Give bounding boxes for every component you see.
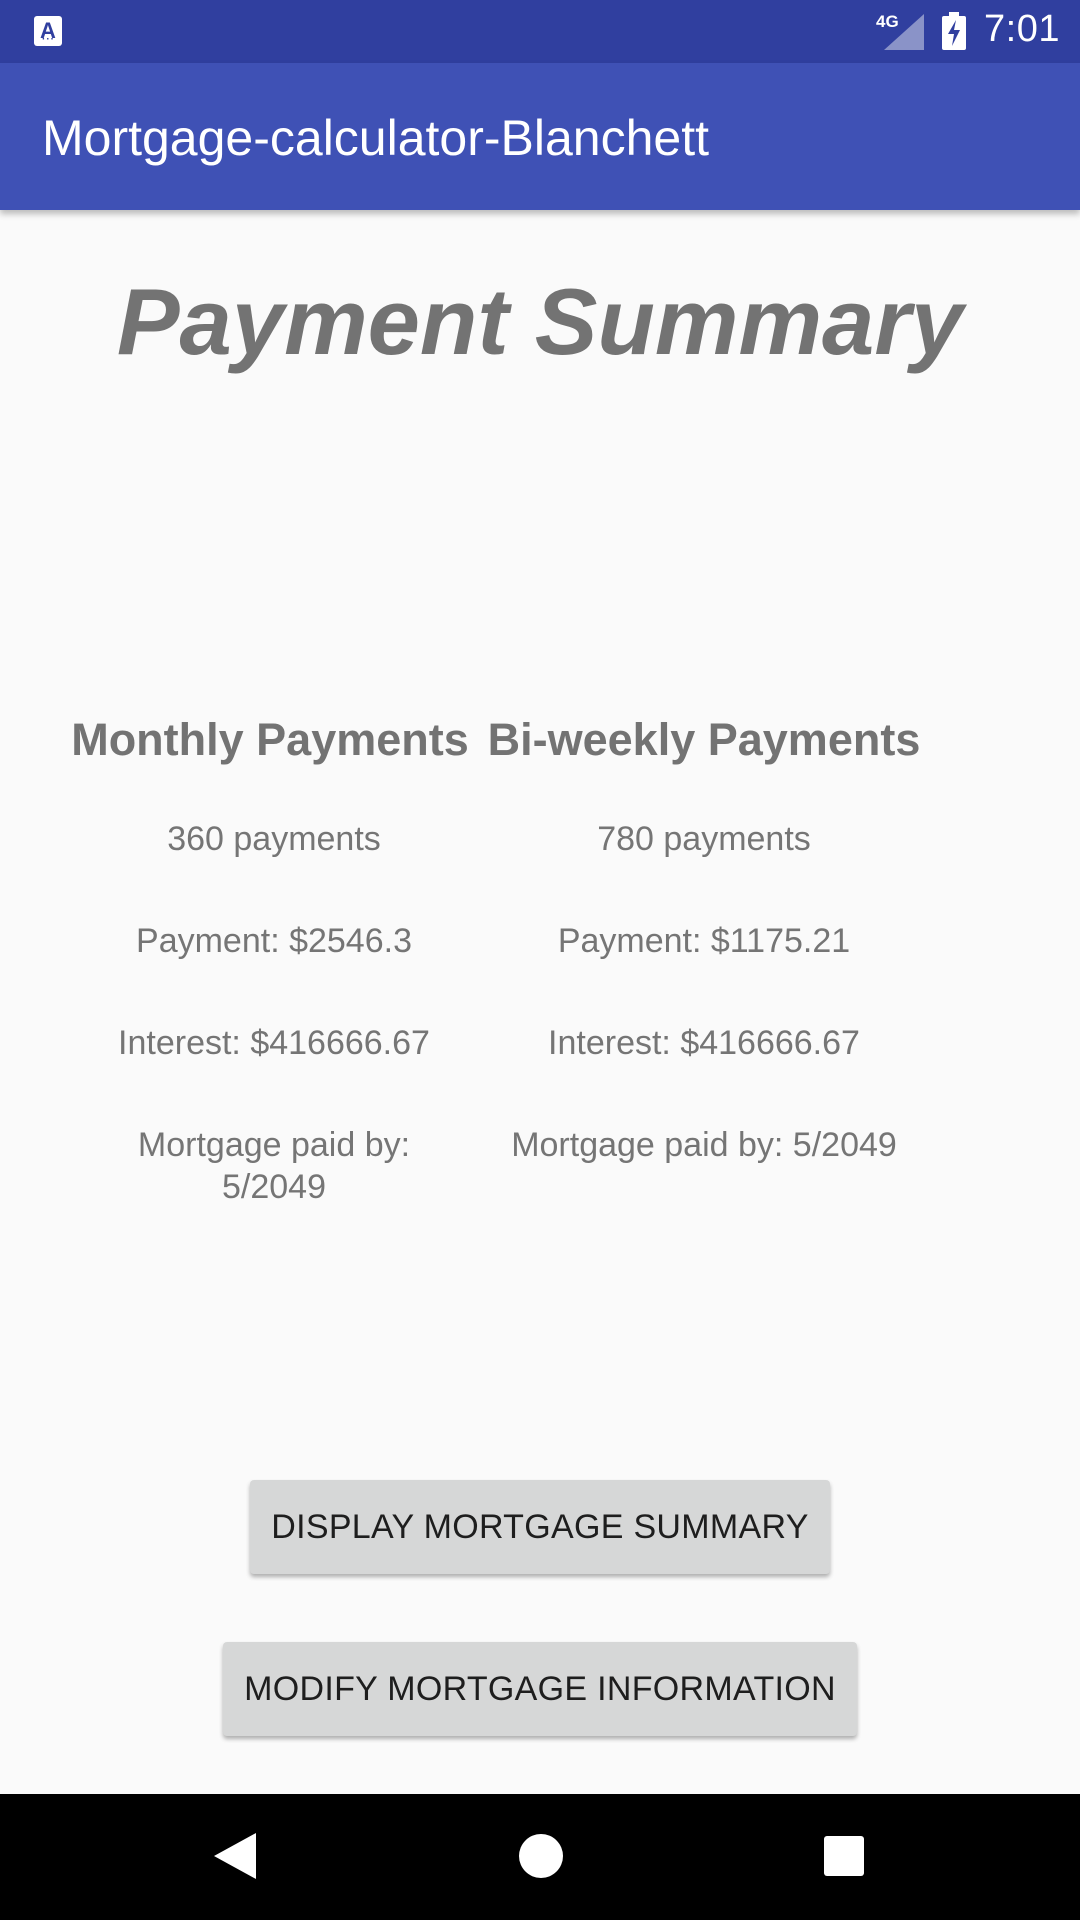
app-title: Mortgage-calculator-Blanchett [42, 110, 709, 166]
cell-signal-icon [884, 14, 924, 50]
screen: A ··· 4G 7:01 Mortgage-calculator-Blanche… [0, 0, 1080, 1920]
navigation-bar [0, 1794, 1080, 1920]
a-notification-icon: A ··· [34, 16, 62, 46]
app-bar: Mortgage-calculator-Blanchett [0, 63, 1080, 210]
recents-icon[interactable] [824, 1836, 864, 1876]
back-icon[interactable] [214, 1833, 256, 1879]
page-heading: Payment Summary [116, 269, 964, 374]
status-bar: A ··· 4G 7:01 [0, 0, 1080, 63]
biweekly-paid-by: Mortgage paid by: 5/2049 [511, 1126, 897, 1164]
monthly-interest: Interest: $416666.67 [118, 1024, 430, 1062]
display-mortgage-summary-button[interactable]: DISPLAY MORTGAGE SUMMARY [250, 1480, 830, 1574]
modify-mortgage-information-button[interactable]: MODIFY MORTGAGE INFORMATION [223, 1642, 857, 1736]
monthly-payments-title: Monthly Payments [71, 714, 469, 765]
biweekly-payments-title: Bi-weekly Payments [487, 714, 921, 765]
biweekly-payment-count: 780 payments [597, 820, 811, 858]
biweekly-interest: Interest: $416666.67 [548, 1024, 860, 1062]
monthly-payment-amount: Payment: $2546.3 [136, 922, 412, 960]
battery-charging-icon [942, 12, 966, 50]
home-icon[interactable] [519, 1834, 563, 1878]
status-time: 7:01 [984, 8, 1060, 50]
monthly-payments-column: Monthly Payments 360 payments Payment: $… [56, 712, 488, 1208]
biweekly-payments-column: Bi-weekly Payments 780 payments Payment:… [486, 712, 922, 1166]
biweekly-payment-amount: Payment: $1175.21 [557, 922, 851, 960]
monthly-payment-count: 360 payments [167, 820, 381, 858]
monthly-paid-by: Mortgage paid by: 5/2049 [137, 1126, 411, 1206]
